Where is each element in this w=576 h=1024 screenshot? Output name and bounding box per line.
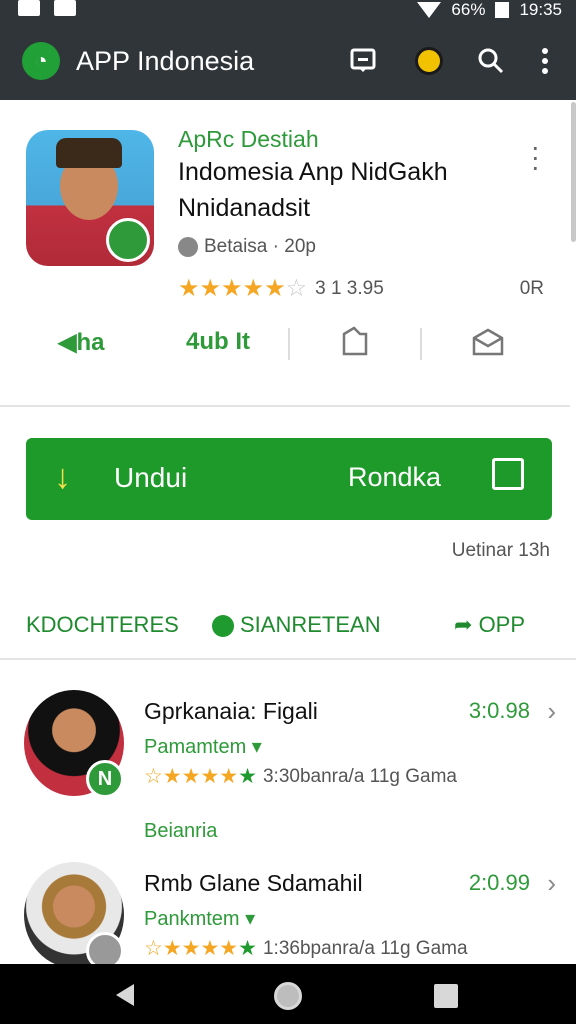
star-icon: ★ <box>242 275 265 302</box>
action-row: ◀ha 4ub It <box>0 322 570 372</box>
install-label: Undui <box>114 462 188 493</box>
app-header-card: ApRc Destiah Indomesia Anp NidGakh Nnida… <box>0 102 570 407</box>
section-label: Beianria <box>144 820 218 842</box>
battery-percent: 66% <box>451 0 486 19</box>
tab-kdochteres[interactable]: KDOCHTERES <box>26 612 179 638</box>
tab-opp[interactable]: ➦ OPP <box>454 612 525 638</box>
overflow-menu-icon[interactable] <box>528 44 562 78</box>
battery-icon <box>495 2 510 18</box>
action-reviews-button[interactable]: 4ub It <box>186 328 250 356</box>
app-menu-icon[interactable]: · · · <box>531 133 540 181</box>
signal-icon <box>417 2 442 18</box>
rewards-icon[interactable] <box>412 44 446 78</box>
share-arrow-icon: ➦ <box>454 612 473 637</box>
star-green-icon: ★ <box>238 937 257 960</box>
list-item-price: 3:0.98 <box>468 698 530 723</box>
recents-icon[interactable] <box>434 984 458 1008</box>
app-badge-icon <box>106 218 150 262</box>
bookmark-icon[interactable] <box>340 326 370 363</box>
list-item-meta: 3:30banra/a 11g Gama <box>262 765 457 787</box>
check-circle-icon <box>212 615 234 638</box>
home-icon[interactable] <box>274 982 302 1010</box>
content-rating-icon <box>178 237 198 257</box>
status-bar: 66% 19:35 <box>0 0 576 22</box>
list-item-rating: ☆ ★★★★ ★ 3:30banra/a 11g Gama <box>144 764 457 789</box>
star-icon: ★ <box>221 275 243 302</box>
rating-stars: ★ ★ ★ ★ ★ ☆ 3 1 3.95 <box>178 274 384 303</box>
app-name-line2: Nnidanadsit <box>178 194 311 222</box>
list-item-subtitle[interactable]: Pamamtem ▾ <box>144 734 262 759</box>
star-icon: ★ <box>199 275 222 302</box>
search-icon[interactable] <box>474 44 508 78</box>
install-secondary-label: Rondka <box>348 462 442 492</box>
system-nav-bar <box>0 964 576 1024</box>
chevron-right-icon[interactable]: › <box>547 868 556 899</box>
app-title: APP Indonesia <box>76 46 255 76</box>
notification-icon <box>18 0 40 16</box>
message-icon[interactable] <box>346 44 380 78</box>
star-empty-icon: ☆ <box>144 765 163 788</box>
external-open-icon <box>492 458 524 490</box>
back-icon[interactable] <box>116 984 134 1006</box>
action-share-button[interactable]: ◀ha <box>58 328 104 357</box>
divider <box>288 328 290 360</box>
app-meta-text: Betaisa · 20p <box>204 236 316 257</box>
app-meta: Betaisa · 20p <box>178 236 316 258</box>
list-item-meta: 1:36bpanra/a 11g Gama <box>262 937 468 959</box>
or-label: 0R <box>519 278 544 299</box>
app-name: Indomesia Anp NidGakh <box>178 158 448 186</box>
download-arrow-icon: ↓ <box>54 458 71 496</box>
scrollbar[interactable] <box>571 102 576 242</box>
rating-count: 3 1 3.95 <box>315 277 384 299</box>
app-bar: ◔ APP Indonesia <box>0 22 576 100</box>
app-icon <box>26 130 154 266</box>
clock: 19:35 <box>519 0 562 19</box>
app-logo-icon[interactable]: ◔ <box>22 42 60 80</box>
list-item[interactable]: N Gprkanaia: Figali Pamamtem ▾ ☆ ★★★★ ★ … <box>0 690 576 810</box>
developer-name[interactable]: ApRc Destiah <box>178 126 319 153</box>
avatar-badge-icon: N <box>86 760 124 798</box>
star-icon: ★★★★ <box>162 765 239 788</box>
list-item-title: Gprkanaia: Figali <box>144 698 318 724</box>
updated-text: Uetinar 13h <box>451 540 550 561</box>
star-icon: ★ <box>264 275 286 302</box>
star-green-icon: ★ <box>238 765 257 788</box>
mail-icon[interactable] <box>472 326 504 363</box>
divider <box>420 328 422 360</box>
list-item-subtitle[interactable]: Pankmtem ▾ <box>144 906 255 931</box>
tab-bar: KDOCHTERES SIANRETEAN ➦ OPP <box>0 600 576 660</box>
chevron-right-icon[interactable]: › <box>547 696 556 727</box>
list-item-title: Rmb Glane Sdamahil <box>144 870 363 896</box>
star-empty-icon: ☆ <box>285 275 308 302</box>
arrow-left-icon: ◀ <box>58 329 77 356</box>
star-empty-icon: ☆ <box>144 937 163 960</box>
star-icon: ★★★★ <box>162 937 239 960</box>
tab-sianretean[interactable]: SIANRETEAN <box>212 612 381 638</box>
install-button[interactable]: ↓ Undui Rondka <box>26 438 552 520</box>
list-item-price: 2:0.99 <box>468 870 530 895</box>
list-item-rating: ☆ ★★★★ ★ 1:36bpanra/a 11g Gama <box>144 936 468 961</box>
star-icon: ★ <box>178 275 200 302</box>
photo-notification-icon <box>54 0 76 16</box>
